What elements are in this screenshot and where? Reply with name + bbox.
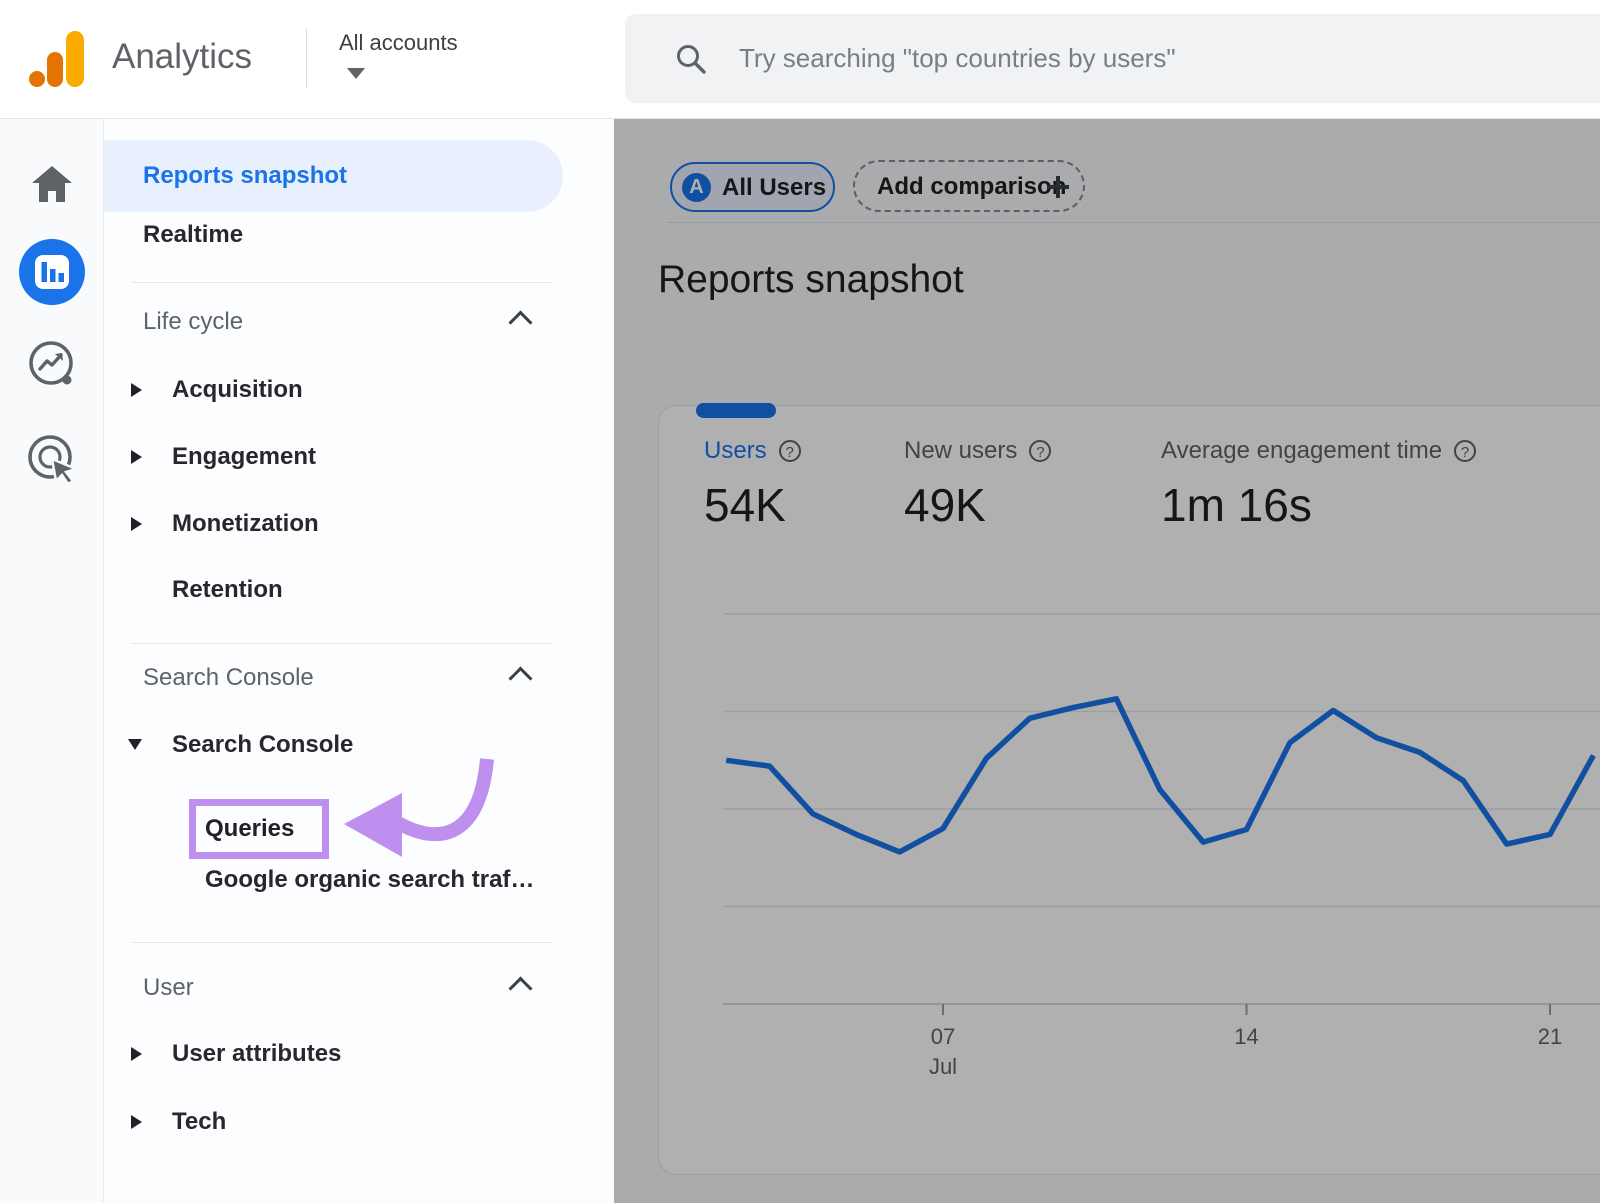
sidebar-item-reports-snapshot[interactable]: Reports snapshot xyxy=(104,140,563,212)
reports-icon xyxy=(19,239,85,305)
account-selector[interactable]: All accounts xyxy=(339,30,458,56)
section-header-search-console[interactable]: Search Console xyxy=(143,656,314,700)
analytics-logo-icon[interactable] xyxy=(29,25,87,89)
sidebar-item-queries[interactable]: Queries xyxy=(205,806,294,852)
sidebar-divider xyxy=(131,282,552,283)
sidebar-item-search-console[interactable]: Search Console xyxy=(172,723,353,767)
collapse-chevron-icon[interactable] xyxy=(508,976,532,1000)
annotation-highlight-box: Queries xyxy=(189,799,329,859)
sidebar-divider xyxy=(131,942,552,943)
search-icon xyxy=(675,43,707,75)
explore-nav-button[interactable] xyxy=(0,338,104,390)
expand-arrow-icon[interactable] xyxy=(131,1047,142,1061)
expand-arrow-icon[interactable] xyxy=(131,450,142,464)
collapse-arrow-icon[interactable] xyxy=(128,739,142,750)
sidebar-item-acquisition[interactable]: Acquisition xyxy=(172,368,303,412)
sidebar-item-monetization[interactable]: Monetization xyxy=(172,502,319,546)
reports-sidebar: Reports snapshot Realtime Life cycle Acq… xyxy=(104,119,614,1203)
sidebar-item-realtime[interactable]: Realtime xyxy=(143,213,243,257)
brand-title: Analytics xyxy=(112,37,252,77)
dim-overlay xyxy=(614,119,1600,1203)
section-header-user[interactable]: User xyxy=(143,966,194,1010)
sidebar-divider xyxy=(131,643,552,644)
search-bar[interactable] xyxy=(625,14,1600,103)
collapse-chevron-icon[interactable] xyxy=(508,310,532,334)
advertising-icon xyxy=(26,433,78,485)
topbar-divider xyxy=(306,29,307,89)
section-header-life-cycle[interactable]: Life cycle xyxy=(143,300,243,344)
google-analytics-app: Analytics All accounts xyxy=(0,0,1600,1203)
home-nav-button[interactable] xyxy=(0,165,104,203)
main-content: A All Users Add comparison Reports snaps… xyxy=(614,119,1600,1203)
sidebar-item-label: Reports snapshot xyxy=(143,140,347,212)
expand-arrow-icon[interactable] xyxy=(131,1115,142,1129)
search-input[interactable] xyxy=(739,36,1559,80)
expand-arrow-icon[interactable] xyxy=(131,383,142,397)
sidebar-item-user-attributes[interactable]: User attributes xyxy=(172,1032,341,1076)
sidebar-item-retention[interactable]: Retention xyxy=(172,568,283,612)
advertising-nav-button[interactable] xyxy=(0,433,104,485)
sidebar-item-engagement[interactable]: Engagement xyxy=(172,435,316,479)
sidebar-item-tech[interactable]: Tech xyxy=(172,1100,226,1144)
expand-arrow-icon[interactable] xyxy=(131,517,142,531)
collapse-chevron-icon[interactable] xyxy=(508,666,532,690)
nav-rail xyxy=(0,119,104,1203)
top-bar: Analytics All accounts xyxy=(0,0,1600,119)
home-icon xyxy=(31,165,73,203)
reports-nav-button[interactable] xyxy=(0,239,104,305)
account-caret-icon[interactable] xyxy=(347,68,365,79)
annotation-arrow xyxy=(340,745,500,865)
explore-icon xyxy=(26,338,78,390)
